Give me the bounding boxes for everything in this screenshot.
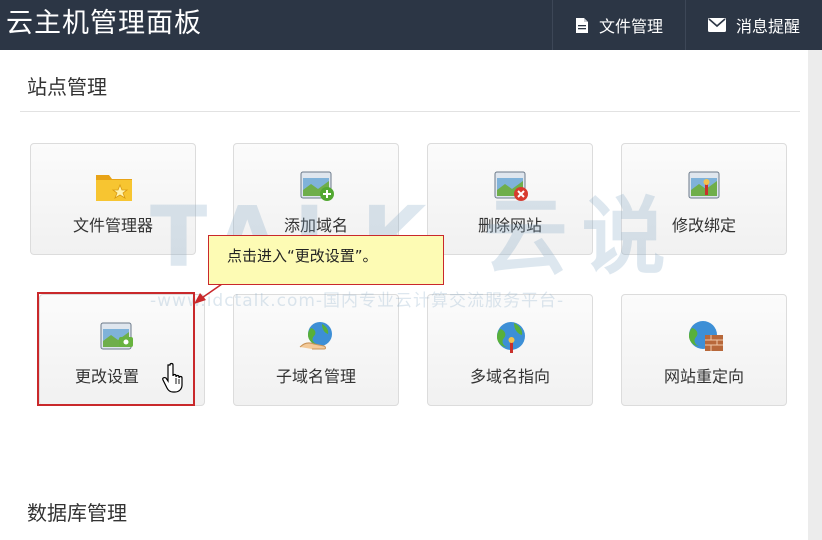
hand-cursor-icon (162, 362, 190, 398)
callout-tooltip: 点击进入“更改设置”。 (208, 235, 444, 285)
